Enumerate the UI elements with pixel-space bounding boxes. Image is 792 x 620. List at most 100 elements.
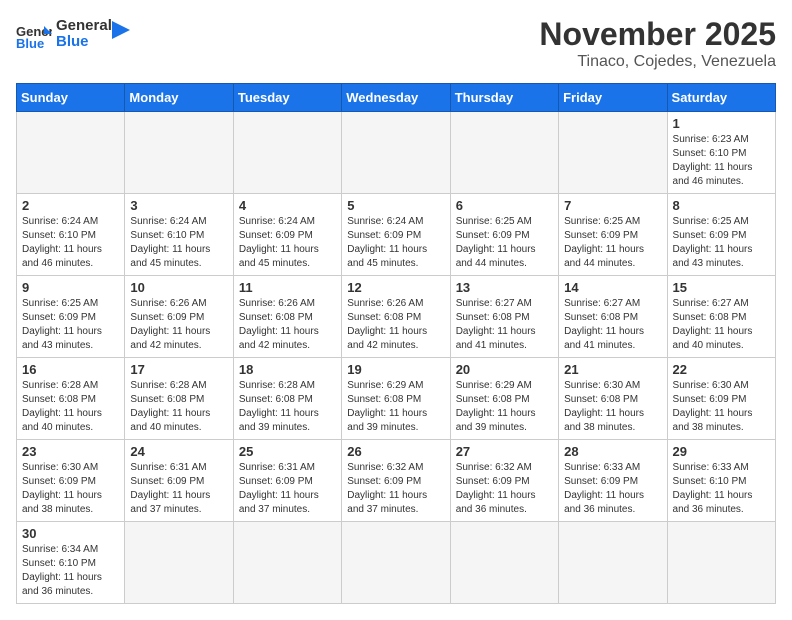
day-number: 17 [130, 362, 227, 377]
day-info: Sunrise: 6:28 AM Sunset: 6:08 PM Dayligh… [130, 379, 227, 435]
calendar-cell: 25 Sunrise: 6:31 AM Sunset: 6:09 PM Dayli… [233, 440, 341, 522]
logo-icon: General Blue [16, 16, 52, 52]
day-info: Sunrise: 6:28 AM Sunset: 6:08 PM Dayligh… [239, 379, 336, 435]
calendar-cell: 24 Sunrise: 6:31 AM Sunset: 6:09 PM Dayli… [125, 440, 233, 522]
logo-triangle [112, 21, 130, 39]
calendar-cell [17, 112, 125, 194]
day-info: Sunrise: 6:24 AM Sunset: 6:10 PM Dayligh… [130, 215, 227, 271]
day-info: Sunrise: 6:27 AM Sunset: 6:08 PM Dayligh… [564, 297, 661, 353]
calendar-cell [342, 522, 450, 604]
weekday-header-row: SundayMondayTuesdayWednesdayThursdayFrid… [17, 84, 776, 112]
calendar-cell: 7Sunrise: 6:25 AM Sunset: 6:09 PM Daylig… [559, 194, 667, 276]
page-header: General Blue General Blue November 2025 … [16, 16, 776, 71]
day-number: 11 [239, 280, 336, 295]
calendar-cell: 3 Sunrise: 6:24 AM Sunset: 6:10 PM Daylig… [125, 194, 233, 276]
calendar-cell: 17 Sunrise: 6:28 AM Sunset: 6:08 PM Dayli… [125, 358, 233, 440]
calendar-cell: 14 Sunrise: 6:27 AM Sunset: 6:08 PM Dayli… [559, 276, 667, 358]
calendar-cell: 28 Sunrise: 6:33 AM Sunset: 6:09 PM Dayli… [559, 440, 667, 522]
day-number: 16 [22, 362, 119, 377]
title-area: November 2025 Tinaco, Cojedes, Venezuela [539, 16, 776, 71]
calendar-cell [233, 112, 341, 194]
day-number: 14 [564, 280, 661, 295]
calendar-cell [125, 522, 233, 604]
calendar-cell: 10Sunrise: 6:26 AM Sunset: 6:09 PM Dayli… [125, 276, 233, 358]
month-title: November 2025 [539, 16, 776, 53]
day-number: 22 [673, 362, 770, 377]
calendar-cell: 5Sunrise: 6:24 AM Sunset: 6:09 PM Daylig… [342, 194, 450, 276]
calendar-body: 1 Sunrise: 6:23 AM Sunset: 6:10 PM Daylig… [17, 112, 776, 604]
calendar-cell [233, 522, 341, 604]
calendar-cell: 11 Sunrise: 6:26 AM Sunset: 6:08 PM Dayli… [233, 276, 341, 358]
day-info: Sunrise: 6:33 AM Sunset: 6:10 PM Dayligh… [673, 461, 770, 517]
calendar-cell: 19 Sunrise: 6:29 AM Sunset: 6:08 PM Dayli… [342, 358, 450, 440]
day-info: Sunrise: 6:28 AM Sunset: 6:08 PM Dayligh… [22, 379, 119, 435]
weekday-thursday: Thursday [450, 84, 558, 112]
day-info: Sunrise: 6:33 AM Sunset: 6:09 PM Dayligh… [564, 461, 661, 517]
day-info: Sunrise: 6:25 AM Sunset: 6:09 PM Dayligh… [673, 215, 770, 271]
day-info: Sunrise: 6:27 AM Sunset: 6:08 PM Dayligh… [456, 297, 553, 353]
calendar-cell: 23 Sunrise: 6:30 AM Sunset: 6:09 PM Dayli… [17, 440, 125, 522]
calendar-cell: 30Sunrise: 6:34 AM Sunset: 6:10 PM Dayli… [17, 522, 125, 604]
day-number: 19 [347, 362, 444, 377]
day-number: 24 [130, 444, 227, 459]
day-number: 8 [673, 198, 770, 213]
logo: General Blue General Blue [16, 16, 130, 52]
calendar-cell: 20Sunrise: 6:29 AM Sunset: 6:08 PM Dayli… [450, 358, 558, 440]
calendar-week-5: 30Sunrise: 6:34 AM Sunset: 6:10 PM Dayli… [17, 522, 776, 604]
day-number: 28 [564, 444, 661, 459]
day-number: 26 [347, 444, 444, 459]
calendar-cell: 12Sunrise: 6:26 AM Sunset: 6:08 PM Dayli… [342, 276, 450, 358]
day-info: Sunrise: 6:25 AM Sunset: 6:09 PM Dayligh… [456, 215, 553, 271]
day-info: Sunrise: 6:31 AM Sunset: 6:09 PM Dayligh… [130, 461, 227, 517]
calendar-cell: 1 Sunrise: 6:23 AM Sunset: 6:10 PM Daylig… [667, 112, 775, 194]
weekday-friday: Friday [559, 84, 667, 112]
calendar-cell: 9Sunrise: 6:25 AM Sunset: 6:09 PM Daylig… [17, 276, 125, 358]
weekday-tuesday: Tuesday [233, 84, 341, 112]
day-info: Sunrise: 6:31 AM Sunset: 6:09 PM Dayligh… [239, 461, 336, 517]
subtitle: Tinaco, Cojedes, Venezuela [539, 53, 776, 71]
calendar-week-0: 1 Sunrise: 6:23 AM Sunset: 6:10 PM Daylig… [17, 112, 776, 194]
day-info: Sunrise: 6:26 AM Sunset: 6:08 PM Dayligh… [239, 297, 336, 353]
day-info: Sunrise: 6:23 AM Sunset: 6:10 PM Dayligh… [673, 133, 770, 189]
day-info: Sunrise: 6:27 AM Sunset: 6:08 PM Dayligh… [673, 297, 770, 353]
day-number: 3 [130, 198, 227, 213]
day-number: 30 [22, 526, 119, 541]
calendar-header: SundayMondayTuesdayWednesdayThursdayFrid… [17, 84, 776, 112]
day-info: Sunrise: 6:29 AM Sunset: 6:08 PM Dayligh… [347, 379, 444, 435]
day-info: Sunrise: 6:32 AM Sunset: 6:09 PM Dayligh… [456, 461, 553, 517]
day-info: Sunrise: 6:30 AM Sunset: 6:09 PM Dayligh… [22, 461, 119, 517]
calendar-week-2: 9Sunrise: 6:25 AM Sunset: 6:09 PM Daylig… [17, 276, 776, 358]
calendar-cell [450, 522, 558, 604]
calendar-cell: 8 Sunrise: 6:25 AM Sunset: 6:09 PM Daylig… [667, 194, 775, 276]
day-number: 7 [564, 198, 661, 213]
calendar-cell [667, 522, 775, 604]
calendar-table: SundayMondayTuesdayWednesdayThursdayFrid… [16, 83, 776, 604]
day-number: 1 [673, 116, 770, 131]
day-number: 6 [456, 198, 553, 213]
day-number: 25 [239, 444, 336, 459]
day-number: 2 [22, 198, 119, 213]
calendar-cell: 2 Sunrise: 6:24 AM Sunset: 6:10 PM Daylig… [17, 194, 125, 276]
calendar-cell: 4Sunrise: 6:24 AM Sunset: 6:09 PM Daylig… [233, 194, 341, 276]
weekday-sunday: Sunday [17, 84, 125, 112]
calendar-cell [559, 522, 667, 604]
calendar-cell: 26Sunrise: 6:32 AM Sunset: 6:09 PM Dayli… [342, 440, 450, 522]
day-number: 15 [673, 280, 770, 295]
day-info: Sunrise: 6:25 AM Sunset: 6:09 PM Dayligh… [22, 297, 119, 353]
calendar-week-4: 23 Sunrise: 6:30 AM Sunset: 6:09 PM Dayli… [17, 440, 776, 522]
calendar-cell: 13Sunrise: 6:27 AM Sunset: 6:08 PM Dayli… [450, 276, 558, 358]
calendar-cell [125, 112, 233, 194]
day-number: 23 [22, 444, 119, 459]
calendar-cell: 15 Sunrise: 6:27 AM Sunset: 6:08 PM Dayli… [667, 276, 775, 358]
day-info: Sunrise: 6:24 AM Sunset: 6:10 PM Dayligh… [22, 215, 119, 271]
weekday-wednesday: Wednesday [342, 84, 450, 112]
day-number: 12 [347, 280, 444, 295]
logo-blue: Blue [56, 34, 112, 51]
day-number: 4 [239, 198, 336, 213]
svg-text:Blue: Blue [16, 36, 44, 51]
calendar-cell: 18Sunrise: 6:28 AM Sunset: 6:08 PM Dayli… [233, 358, 341, 440]
day-info: Sunrise: 6:26 AM Sunset: 6:09 PM Dayligh… [130, 297, 227, 353]
day-info: Sunrise: 6:30 AM Sunset: 6:09 PM Dayligh… [673, 379, 770, 435]
day-number: 20 [456, 362, 553, 377]
day-info: Sunrise: 6:30 AM Sunset: 6:08 PM Dayligh… [564, 379, 661, 435]
